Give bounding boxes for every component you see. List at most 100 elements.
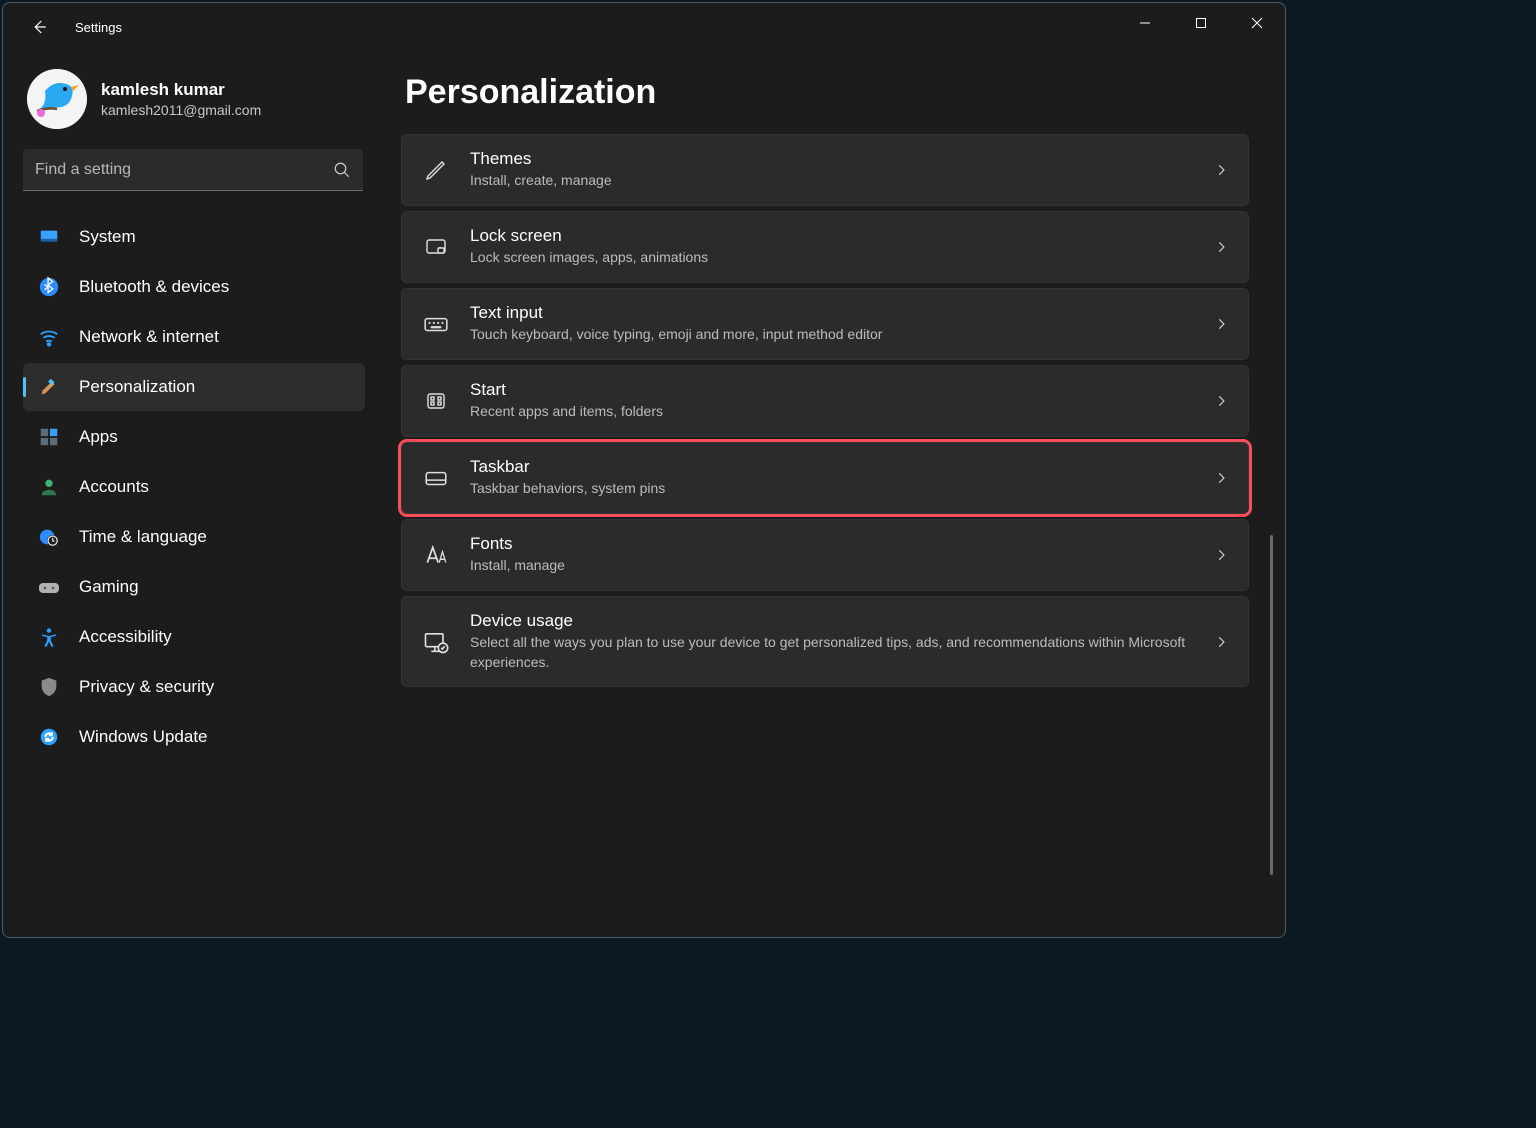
window-controls	[1117, 3, 1285, 43]
brush-icon	[37, 375, 61, 399]
page-title: Personalization	[405, 73, 1249, 112]
close-button[interactable]	[1229, 3, 1285, 43]
search-icon	[333, 161, 351, 179]
card-title: Fonts	[470, 534, 1194, 554]
card-text-input[interactable]: Text input Touch keyboard, voice typing,…	[401, 288, 1249, 360]
sidebar-item-accessibility[interactable]: Accessibility	[23, 613, 365, 661]
sidebar-item-label: Network & internet	[79, 327, 219, 347]
keyboard-icon	[422, 310, 450, 338]
sidebar-item-apps[interactable]: Apps	[23, 413, 365, 461]
nav: System Bluetooth & devices Network & int…	[23, 213, 383, 761]
sidebar-item-system[interactable]: System	[23, 213, 365, 261]
sidebar-item-label: System	[79, 227, 136, 247]
card-desc: Select all the ways you plan to use your…	[470, 633, 1194, 672]
card-desc: Install, create, manage	[470, 171, 1194, 191]
card-taskbar[interactable]: Taskbar Taskbar behaviors, system pins	[401, 442, 1249, 514]
display-icon	[37, 225, 61, 249]
maximize-icon	[1195, 17, 1207, 29]
sidebar-item-update[interactable]: Windows Update	[23, 713, 365, 761]
sidebar-item-label: Windows Update	[79, 727, 208, 747]
pen-icon	[422, 156, 450, 184]
card-lock-screen[interactable]: Lock screen Lock screen images, apps, an…	[401, 211, 1249, 283]
card-desc: Recent apps and items, folders	[470, 402, 1194, 422]
avatar-bird-icon	[27, 69, 87, 129]
sidebar: kamlesh kumar kamlesh2011@gmail.com Syst…	[3, 51, 383, 937]
accessibility-icon	[37, 625, 61, 649]
chevron-right-icon	[1214, 548, 1228, 562]
scrollbar[interactable]	[1270, 535, 1273, 875]
sidebar-item-label: Accessibility	[79, 627, 172, 647]
sidebar-item-label: Privacy & security	[79, 677, 214, 697]
chevron-right-icon	[1214, 317, 1228, 331]
card-desc: Install, manage	[470, 556, 1194, 576]
card-title: Taskbar	[470, 457, 1194, 477]
sidebar-item-label: Gaming	[79, 577, 139, 597]
avatar	[27, 69, 87, 129]
start-icon	[422, 387, 450, 415]
shield-icon	[37, 675, 61, 699]
profile-text: kamlesh kumar kamlesh2011@gmail.com	[101, 80, 261, 118]
content-area: kamlesh kumar kamlesh2011@gmail.com Syst…	[3, 51, 1285, 937]
chevron-right-icon	[1214, 394, 1228, 408]
clock-globe-icon	[37, 525, 61, 549]
card-text: Lock screen Lock screen images, apps, an…	[470, 226, 1194, 268]
titlebar: Settings	[3, 3, 1285, 51]
sync-icon	[37, 725, 61, 749]
wifi-icon	[37, 325, 61, 349]
card-title: Lock screen	[470, 226, 1194, 246]
card-device-usage[interactable]: Device usage Select all the ways you pla…	[401, 596, 1249, 687]
person-icon	[37, 475, 61, 499]
search-input[interactable]	[35, 161, 333, 179]
card-title: Device usage	[470, 611, 1194, 631]
card-start[interactable]: Start Recent apps and items, folders	[401, 365, 1249, 437]
sidebar-item-network[interactable]: Network & internet	[23, 313, 365, 361]
sidebar-item-privacy[interactable]: Privacy & security	[23, 663, 365, 711]
card-themes[interactable]: Themes Install, create, manage	[401, 134, 1249, 206]
lock-screen-icon	[422, 233, 450, 261]
sidebar-item-label: Apps	[79, 427, 118, 447]
arrow-left-icon	[30, 18, 48, 36]
sidebar-item-gaming[interactable]: Gaming	[23, 563, 365, 611]
card-fonts[interactable]: Fonts Install, manage	[401, 519, 1249, 591]
card-text: Themes Install, create, manage	[470, 149, 1194, 191]
sidebar-item-accounts[interactable]: Accounts	[23, 463, 365, 511]
card-text: Taskbar Taskbar behaviors, system pins	[470, 457, 1194, 499]
profile[interactable]: kamlesh kumar kamlesh2011@gmail.com	[23, 61, 383, 149]
sidebar-item-label: Time & language	[79, 527, 207, 547]
card-title: Start	[470, 380, 1194, 400]
sidebar-item-label: Bluetooth & devices	[79, 277, 229, 297]
bluetooth-icon	[37, 275, 61, 299]
sidebar-item-label: Personalization	[79, 377, 195, 397]
chevron-right-icon	[1214, 635, 1228, 649]
search-box[interactable]	[23, 149, 363, 191]
sidebar-item-personalization[interactable]: Personalization	[23, 363, 365, 411]
card-title: Text input	[470, 303, 1194, 323]
taskbar-icon	[422, 464, 450, 492]
fonts-icon	[422, 541, 450, 569]
settings-window: Settings	[2, 2, 1286, 938]
card-text: Device usage Select all the ways you pla…	[470, 611, 1194, 672]
minimize-icon	[1139, 17, 1151, 29]
sidebar-item-label: Accounts	[79, 477, 149, 497]
chevron-right-icon	[1214, 163, 1228, 177]
card-desc: Touch keyboard, voice typing, emoji and …	[470, 325, 1194, 345]
sidebar-item-time-language[interactable]: Time & language	[23, 513, 365, 561]
card-text: Start Recent apps and items, folders	[470, 380, 1194, 422]
window-title: Settings	[75, 20, 122, 35]
minimize-button[interactable]	[1117, 3, 1173, 43]
card-desc: Taskbar behaviors, system pins	[470, 479, 1194, 499]
user-name: kamlesh kumar	[101, 80, 261, 100]
sidebar-item-bluetooth[interactable]: Bluetooth & devices	[23, 263, 365, 311]
chevron-right-icon	[1214, 240, 1228, 254]
back-button[interactable]	[19, 7, 59, 47]
main-panel: Personalization Themes Install, create, …	[383, 51, 1285, 937]
chevron-right-icon	[1214, 471, 1228, 485]
card-text: Text input Touch keyboard, voice typing,…	[470, 303, 1194, 345]
maximize-button[interactable]	[1173, 3, 1229, 43]
card-title: Themes	[470, 149, 1194, 169]
close-icon	[1251, 17, 1263, 29]
card-desc: Lock screen images, apps, animations	[470, 248, 1194, 268]
user-email: kamlesh2011@gmail.com	[101, 102, 261, 118]
gamepad-icon	[37, 575, 61, 599]
grid-icon	[37, 425, 61, 449]
